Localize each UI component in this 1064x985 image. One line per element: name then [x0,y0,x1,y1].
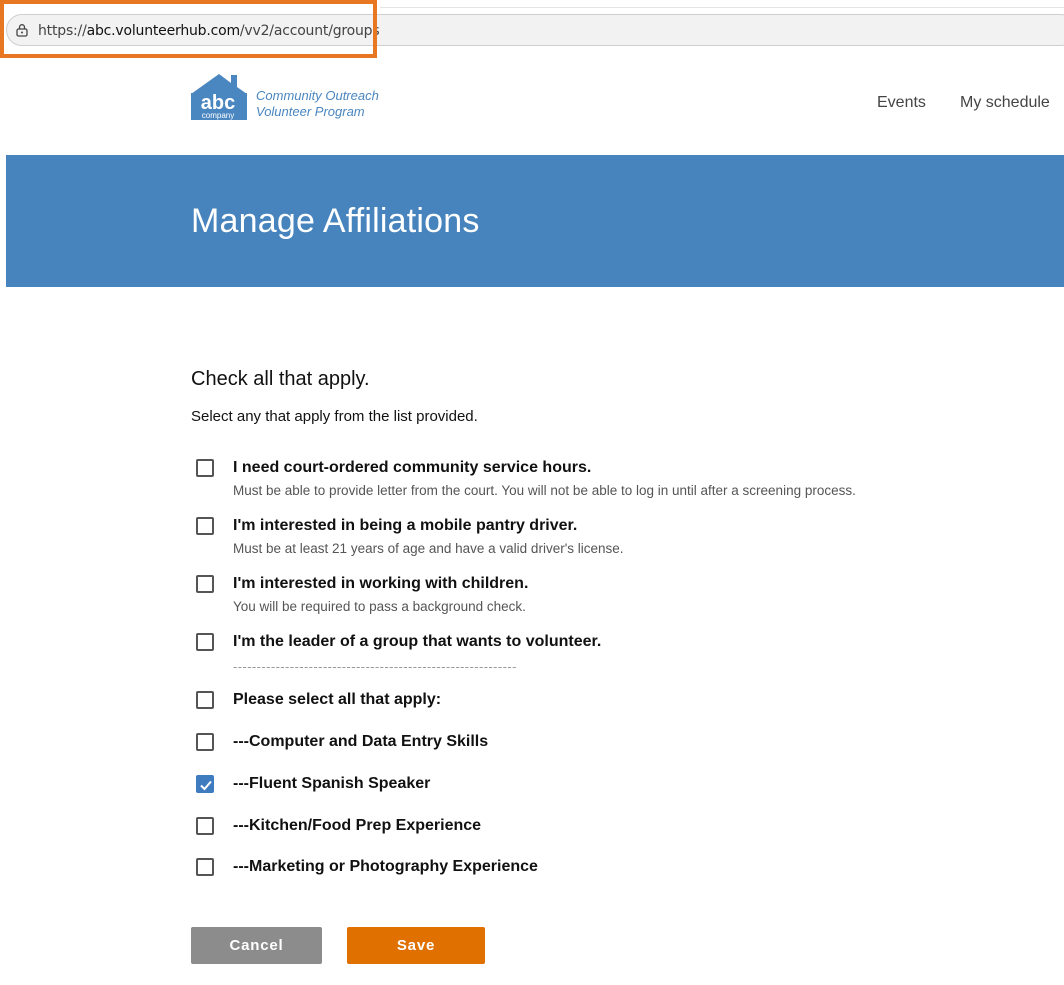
nav-my-schedule[interactable]: My schedule [960,94,1050,112]
checkbox[interactable] [196,817,214,835]
address-bar[interactable]: https://abc.volunteerhub.com/vv2/account… [6,14,1064,46]
svg-text:company: company [202,111,234,120]
option-hint: Must be at least 21 years of age and hav… [233,541,624,556]
checkbox[interactable] [196,691,214,709]
nav-events[interactable]: Events [877,94,926,112]
option-label: I'm interested in being a mobile pantry … [233,517,578,534]
form-heading: Check all that apply. [191,368,370,390]
lock-icon [16,24,28,37]
option-label: ---Kitchen/Food Prep Experience [233,817,482,834]
browser-tab-strip [0,0,1064,12]
form-instructions: Select any that apply from the list prov… [191,408,478,425]
save-button[interactable]: Save [347,927,485,964]
program-brand: Community Outreach Volunteer Program [256,88,379,119]
option-label: I'm interested in working with children. [233,575,529,592]
option-label: I'm the leader of a group that wants to … [233,633,602,650]
option-label: ---Marketing or Photography Experience [233,858,538,875]
url-text: https://abc.volunteerhub.com/vv2/account… [38,23,380,39]
page-banner: Manage Affiliations [6,155,1064,287]
option-label: ---Fluent Spanish Speaker [233,775,431,792]
checkbox-checked[interactable] [196,775,214,793]
checkbox[interactable] [196,858,214,876]
page-title: Manage Affiliations [191,202,480,240]
checkbox[interactable] [196,733,214,751]
option-label: I need court-ordered community service h… [233,459,592,476]
separator-line: ----------------------------------------… [233,660,517,674]
checkbox[interactable] [196,459,214,477]
abc-company-logo[interactable]: abc company [191,72,247,120]
checkmark-icon [200,780,212,791]
checkbox[interactable] [196,517,214,535]
option-hint: Must be able to provide letter from the … [233,483,856,498]
cancel-button[interactable]: Cancel [191,927,322,964]
option-label: ---Computer and Data Entry Skills [233,733,489,750]
checkbox[interactable] [196,575,214,593]
option-label: Please select all that apply: [233,691,442,708]
checkbox[interactable] [196,633,214,651]
option-hint: You will be required to pass a backgroun… [233,599,526,614]
